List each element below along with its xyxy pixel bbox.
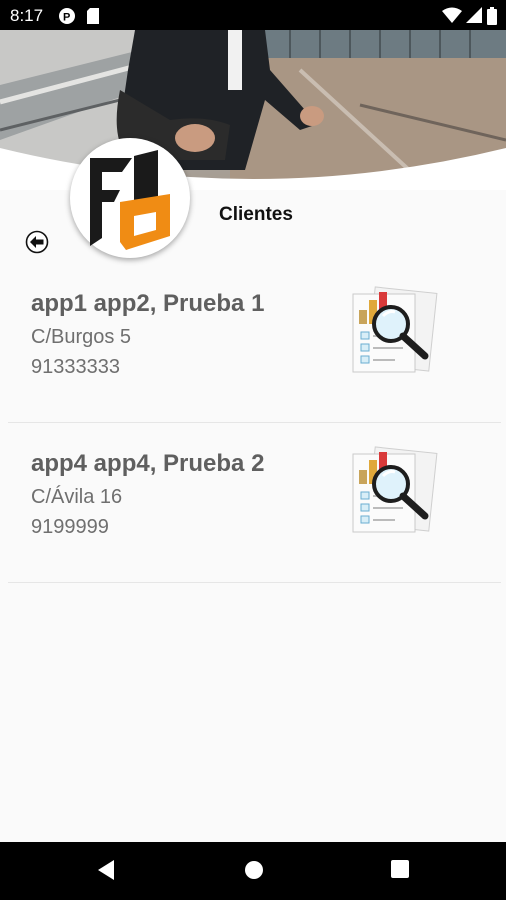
client-list-item[interactable]: app4 app4, Prueba 2 C/Ávila 16 9199999 [8, 422, 501, 583]
client-name: app4 app4, Prueba 2 [31, 450, 265, 477]
navigation-bar [0, 842, 506, 900]
client-phone: 9199999 [31, 516, 109, 538]
client-list-item[interactable]: app1 app2, Prueba 1 C/Burgos 5 91333333 [8, 262, 501, 423]
client-name: app1 app2, Prueba 1 [31, 290, 265, 317]
nav-back-button[interactable] [96, 859, 116, 886]
back-arrow-icon [25, 230, 49, 254]
signal-icon [466, 7, 482, 28]
status-time: 8:17 [10, 6, 44, 25]
wifi-icon [442, 7, 462, 28]
nav-home-button[interactable] [243, 859, 265, 886]
page-title: Clientes [219, 204, 293, 225]
nav-recents-button[interactable] [390, 859, 410, 884]
sd-card-icon [86, 7, 100, 30]
back-button[interactable] [25, 230, 49, 254]
battery-icon [487, 7, 497, 30]
client-address: C/Ávila 16 [31, 486, 123, 508]
svg-text:P: P [63, 12, 70, 24]
client-phone: 91333333 [31, 356, 120, 378]
company-logo [70, 138, 190, 258]
document-search-icon[interactable] [343, 280, 443, 375]
document-search-icon[interactable] [343, 440, 443, 535]
client-address: C/Burgos 5 [31, 326, 132, 348]
notification-icon: P [58, 7, 76, 30]
status-bar: 8:17 P [0, 0, 506, 30]
